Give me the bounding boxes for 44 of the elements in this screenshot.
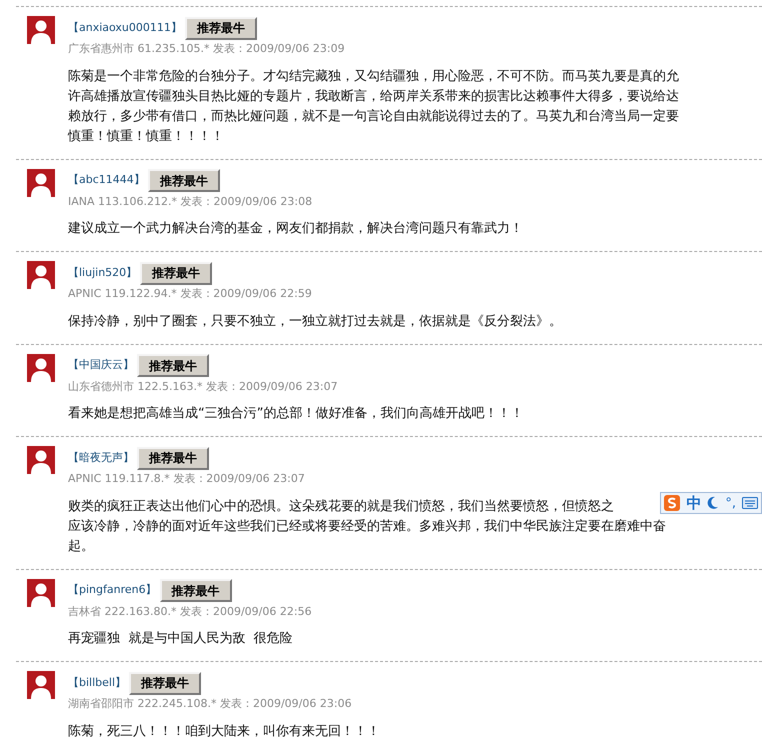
username-link[interactable]: 【暗夜无声】 <box>68 450 134 466</box>
post-meta: APNIC 119.122.94.* 发表：2009/09/06 22:59 <box>68 286 313 302</box>
post-meta: IANA 113.106.212.* 发表：2009/09/06 23:08 <box>68 194 314 210</box>
avatar-icon <box>27 578 55 606</box>
comment-text: 慎重！慎重！慎重！！！！ <box>68 128 225 146</box>
avatar-icon <box>27 354 55 382</box>
post-meta: 吉林省 222.163.80.* 发表：2009/09/06 22:56 <box>68 604 312 620</box>
comment-text: 保持冷静，别中了圈套，只要不独立，一独立就打过去就是，依据就是《反分裂法》。 <box>68 312 562 330</box>
username-link[interactable]: 【中国庆云】 <box>68 357 134 374</box>
moon-icon[interactable] <box>707 496 720 510</box>
recommend-button[interactable]: 推荐最牛 <box>140 262 212 284</box>
post-meta: APNIC 119.117.8.* 发表：2009/09/06 23:07 <box>68 471 306 487</box>
comment-text: 应该冷静，冷静的面对近年这些我们已经或将要经受的苦难。多难兴邦，我们中华民族注定要在磨难中奋 <box>68 518 666 536</box>
comment-text: 许高雄播放宣传疆独头目热比娅的专题片，我敢断言，给两岸关系带来的损害比达赖事件大得多，要说给达 <box>68 88 679 106</box>
recommend-button[interactable]: 推荐最牛 <box>160 579 232 602</box>
comment-text: 败类的疯狂正表达出他们心中的恐惧。这朵残花要的就是我们愤怒，我们当然要愤怒，但愤怒之 <box>68 498 615 516</box>
post-meta: 山东省德州市 122.5.163.* 发表：2009/09/06 23:07 <box>68 378 339 394</box>
recommend-button[interactable]: 推荐最牛 <box>129 672 202 694</box>
recommend-button[interactable]: 推荐最牛 <box>148 169 220 192</box>
avatar-icon <box>27 16 55 44</box>
input-mode-label[interactable]: 中 <box>686 496 702 510</box>
recommend-button[interactable]: 推荐最牛 <box>137 446 209 470</box>
username-link[interactable]: 【anxiaoxu000111】 <box>68 20 182 36</box>
comment-text: 看来她是想把高雄当成“三独合污”的总部！做好准备，我们向高雄开战吧！！！ <box>68 405 524 423</box>
recommend-button[interactable]: 推荐最牛 <box>137 354 209 377</box>
avatar-icon <box>27 671 55 699</box>
username-link[interactable]: 【pingfanren6】 <box>68 582 157 599</box>
comment-text: 陈菊是一个非常危险的台独分子。才勾结完藏独，又勾结疆独，用心险恶，不可不防。而马英九要是真的允 <box>68 68 679 86</box>
recommend-button[interactable]: 推荐最牛 <box>184 16 257 40</box>
comment-text: 建议成立一个武力解决台湾的基金，网友们都捐款，解决台湾问题只有靠武力！ <box>68 220 523 238</box>
username-link[interactable]: 【abc11444】 <box>68 172 145 189</box>
avatar-icon <box>27 261 55 289</box>
comment-text: 赖放行，多少带有借口，而热比娅问题，就不是一句言论自由就能说得过去的了。马英九和台湾当局一定要 <box>68 108 679 126</box>
avatar-icon <box>27 446 55 474</box>
username-link[interactable]: 【billbell】 <box>68 674 126 692</box>
punctuation-label[interactable]: °, <box>725 496 736 510</box>
username-link[interactable]: 【liujin520】 <box>68 264 138 282</box>
comment-text: 起。 <box>68 538 95 556</box>
comment-text: 陈菊，死三八！！！咱到大陆来，叫你有来无回！！！ <box>68 722 380 740</box>
avatar-icon <box>27 168 55 196</box>
comment-text: 再宠疆独 就是与中国人民为敌 很危险 <box>68 630 294 648</box>
post-meta: 广东省惠州市 61.235.105.* 发表：2009/09/06 23:09 <box>68 41 346 57</box>
post-meta: 湖南省邵阳市 222.245.108.* 发表：2009/09/06 23:06 <box>68 696 353 712</box>
keyboard-icon[interactable] <box>742 497 758 509</box>
